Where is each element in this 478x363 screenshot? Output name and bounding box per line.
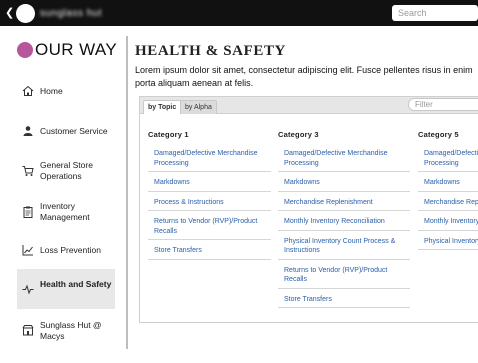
sidebar-item-health-and-safety[interactable]: Health and Safety xyxy=(17,269,115,309)
sidebar-item-label: Health and Safety xyxy=(40,279,112,289)
search-input[interactable]: Search xyxy=(392,5,478,21)
tab-by-alpha[interactable]: by Alpha xyxy=(180,100,217,114)
sidebar-item-label: General Store Operations xyxy=(40,160,93,181)
panel-tab-bar: by Topic by Alpha Filter xyxy=(140,97,478,114)
topic-link[interactable]: Physical Inventory Count Process & Instr… xyxy=(418,237,478,250)
logo[interactable]: OUR WAY xyxy=(17,40,117,60)
topic-link[interactable]: Markdowns xyxy=(278,178,410,192)
topic-link[interactable]: Process & Instructions xyxy=(148,198,271,211)
sidebar-item-label: Sunglass Hut @ Macys xyxy=(40,320,102,341)
logo-dot-icon xyxy=(17,42,33,58)
category-heading: Category 1 xyxy=(148,130,189,139)
clipboard-icon xyxy=(21,205,35,219)
topic-panel: by Topic by Alpha Filter Category 1 Dama… xyxy=(139,96,478,323)
topic-link[interactable]: Returns to Vendor (RVP)/Product Recalls xyxy=(148,217,271,240)
sidebar-divider xyxy=(126,36,128,349)
category-column: Category 1 Damaged/Defective Merchandise… xyxy=(148,130,271,266)
topic-link[interactable]: Merchandise Replenishment xyxy=(418,198,478,211)
topic-link[interactable]: Damaged/Defective Merchandise Processing xyxy=(148,149,271,172)
topic-link[interactable]: Merchandise Replenishment xyxy=(278,198,410,211)
tab-by-topic[interactable]: by Topic xyxy=(143,100,182,114)
sidebar-item-loss-prevention[interactable]: Loss Prevention xyxy=(17,241,115,259)
pulse-icon xyxy=(21,282,35,296)
chart-icon xyxy=(21,243,35,257)
window-title: sunglass hut xyxy=(40,8,103,19)
category-column: Category 5 Damaged/Defective Merchandise… xyxy=(418,130,478,256)
sidebar-item-label: Customer Service xyxy=(40,126,108,136)
intro-text: Lorem ipsum dolor sit amet, consectetur … xyxy=(135,65,473,88)
category-column: Category 3 Damaged/Defective Merchandise… xyxy=(278,130,410,314)
cart-icon xyxy=(21,164,35,178)
logo-text: OUR WAY xyxy=(35,40,118,59)
topic-link[interactable]: Store Transfers xyxy=(148,246,271,260)
sidebar-item-home[interactable]: Home xyxy=(17,82,115,100)
category-heading: Category 5 xyxy=(418,130,459,139)
back-arrow-icon[interactable]: ❮ xyxy=(5,6,14,20)
sidebar xyxy=(0,26,126,363)
sidebar-item-label: Inventory Management xyxy=(40,201,90,222)
home-icon xyxy=(21,84,35,98)
sidebar-item-label: Loss Prevention xyxy=(40,245,101,255)
topic-link[interactable]: Markdowns xyxy=(148,178,271,192)
topic-link[interactable]: Physical Inventory Count Process & Instr… xyxy=(278,237,410,260)
topic-link[interactable]: Monthly Inventory Reconciliation xyxy=(278,217,410,231)
store-icon xyxy=(21,323,35,337)
page-title: HEALTH & SAFETY xyxy=(135,43,286,59)
topic-link[interactable]: Damaged/Defective Merchandise Processing xyxy=(278,149,410,172)
topic-link[interactable]: Damaged/Defective Merchandise Processing xyxy=(418,149,478,172)
sidebar-item-inventory-management[interactable]: Inventory Management xyxy=(17,199,115,223)
sidebar-item-sunglass-hut-macys[interactable]: Sunglass Hut @ Macys xyxy=(17,318,115,342)
avatar[interactable] xyxy=(16,4,35,23)
topic-link[interactable]: Store Transfers xyxy=(278,295,410,308)
sidebar-item-customer-service[interactable]: Customer Service xyxy=(17,122,115,140)
topic-link[interactable]: Monthly Inventory Reconciliation xyxy=(418,217,478,231)
top-bar: ❮ sunglass hut Search xyxy=(0,0,478,26)
person-icon xyxy=(21,124,35,138)
topic-link[interactable]: Markdowns xyxy=(418,178,478,192)
category-heading: Category 3 xyxy=(278,130,319,139)
topic-link[interactable]: Returns to Vendor (RVP)/Product Recalls xyxy=(278,266,410,289)
sidebar-item-label: Home xyxy=(40,86,63,96)
filter-input[interactable]: Filter xyxy=(408,98,478,111)
sidebar-item-general-store-operations[interactable]: General Store Operations xyxy=(17,158,115,182)
